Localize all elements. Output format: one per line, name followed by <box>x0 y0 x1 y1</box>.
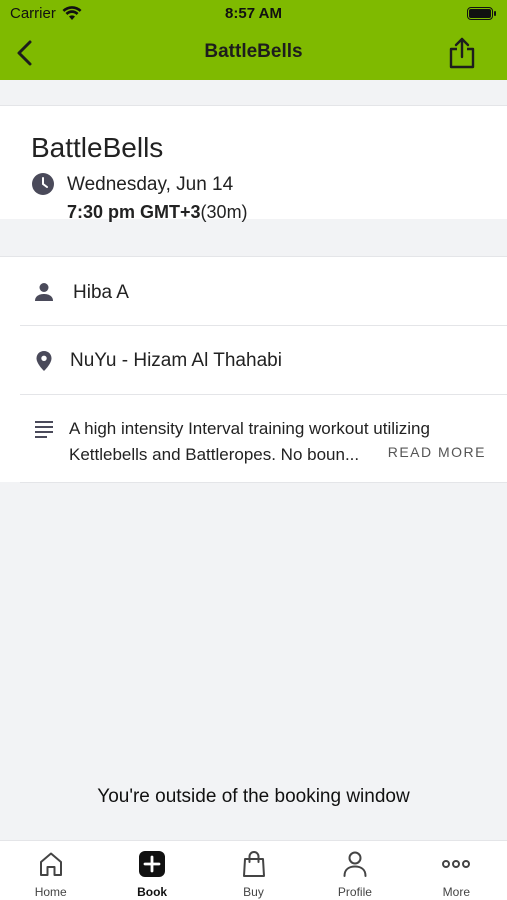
tab-book-label: Book <box>137 885 168 899</box>
person-icon <box>35 283 53 301</box>
tab-more-label: More <box>442 885 470 899</box>
home-icon <box>39 852 62 876</box>
read-more-link[interactable]: READ MORE <box>388 444 486 460</box>
app-header: Carrier 8:57 AM BattleBells <box>0 0 507 80</box>
tab-profile-label: Profile <box>337 885 372 899</box>
instructor-name: Hiba A <box>73 282 129 303</box>
share-icon[interactable] <box>447 36 477 70</box>
description-line-1: A high intensity Interval training worko… <box>69 419 430 438</box>
class-duration: (30m) <box>200 202 248 222</box>
person-outline-icon <box>343 851 367 877</box>
tab-home[interactable]: Home <box>0 841 101 900</box>
plus-square-icon <box>139 851 166 877</box>
tab-bar: Home Book Buy Profile More <box>0 840 507 900</box>
clock-icon <box>32 173 54 195</box>
nav-bar: BattleBells <box>0 28 507 80</box>
nav-title: BattleBells <box>204 41 303 62</box>
location-name: NuYu - Hizam Al Thahabi <box>70 350 282 371</box>
class-date: Wednesday, Jun 14 <box>67 174 234 195</box>
location-row[interactable]: NuYu - Hizam Al Thahabi <box>20 326 507 395</box>
instructor-row[interactable]: Hiba A <box>20 257 507 326</box>
tab-more[interactable]: More <box>406 841 507 900</box>
tab-home-label: Home <box>34 885 67 899</box>
tab-profile[interactable]: Profile <box>304 841 405 900</box>
status-bar: Carrier 8:57 AM <box>0 0 507 28</box>
tab-book[interactable]: Book <box>101 841 202 900</box>
class-summary-card: BattleBells Wednesday, Jun 14 7:30 pm GM… <box>0 105 507 222</box>
battery-icon <box>467 7 496 20</box>
shopping-bag-icon <box>242 851 265 877</box>
class-details-card: Hiba A NuYu - Hizam Al Thahabi A high in… <box>0 256 507 483</box>
tab-buy-label: Buy <box>243 885 264 899</box>
class-title: BattleBells <box>31 132 164 163</box>
status-time: 8:57 AM <box>225 5 282 22</box>
tab-buy[interactable]: Buy <box>203 841 304 900</box>
class-time-start: 7:30 pm GMT+3 <box>67 202 201 222</box>
booking-window-message: You're outside of the booking window <box>97 786 410 807</box>
class-description: A high intensity Interval training worko… <box>69 416 499 468</box>
description-lines-icon <box>35 421 53 438</box>
location-pin-icon <box>36 351 52 371</box>
class-time: 7:30 pm GMT+3(30m) <box>67 202 248 223</box>
more-dots-icon <box>442 860 471 868</box>
description-row: A high intensity Interval training worko… <box>20 395 507 483</box>
